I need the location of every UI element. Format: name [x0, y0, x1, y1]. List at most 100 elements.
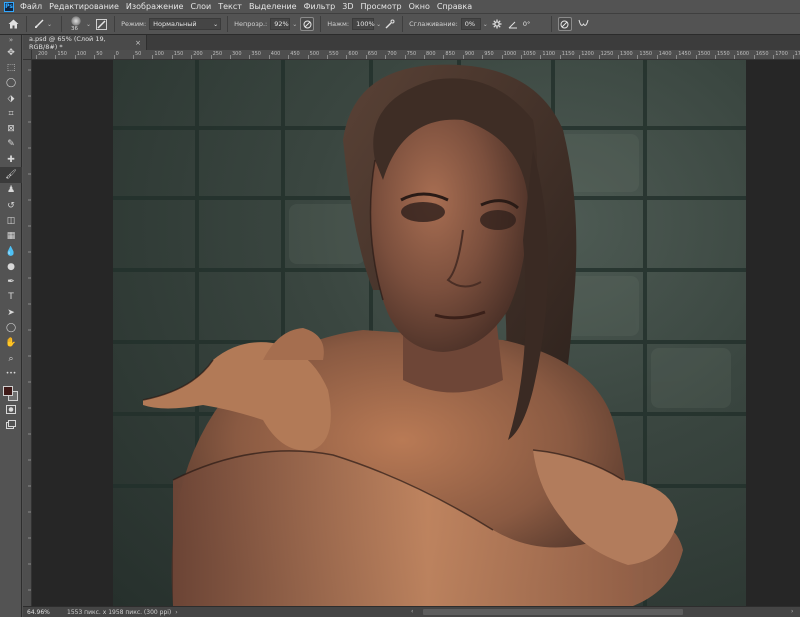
ruler-tick-label: 1600	[736, 51, 750, 57]
ruler-tick-label: 1000	[503, 51, 517, 57]
brush-size-picker[interactable]: 36	[68, 14, 84, 34]
ruler-tick-label: 1700	[775, 51, 788, 57]
lasso-icon: ◯	[5, 78, 17, 89]
ruler-tick	[307, 55, 309, 59]
document-info[interactable]: 1553 пикс. x 1958 пикс. (300 ppi)	[59, 609, 171, 616]
flow-field[interactable]: 100%	[352, 18, 375, 30]
pressure-opacity-button[interactable]	[300, 17, 315, 31]
stamp-tool[interactable]: ♟	[0, 183, 22, 198]
marquee-tool[interactable]: ⬚	[0, 60, 22, 75]
collapse-panel-icon[interactable]: »	[0, 35, 22, 45]
ruler-tick-label: 100	[154, 51, 164, 57]
flow-chevron-icon[interactable]: ⌄	[376, 21, 381, 28]
frame-tool[interactable]: ⊠	[0, 121, 22, 136]
menu-type[interactable]: Текст	[218, 2, 242, 11]
opacity-field[interactable]: 92%	[270, 18, 291, 30]
menu-3d[interactable]: 3D	[342, 2, 353, 11]
mode-select[interactable]: Нормальный ⌄	[149, 18, 222, 30]
ruler-tick	[424, 55, 425, 59]
brush-size-value: 36	[71, 26, 79, 32]
menu-file[interactable]: Файл	[20, 2, 42, 11]
scroll-left-icon[interactable]: ‹	[411, 608, 413, 615]
ruler-tick	[753, 55, 755, 59]
document-tab[interactable]: a.psd @ 65% (Слой 19, RGB/8#) * ×	[23, 35, 147, 51]
ruler-tick-label: 1500	[697, 51, 711, 57]
ruler-tick	[462, 55, 464, 59]
object-select-tool[interactable]: ⬗	[0, 91, 22, 106]
pressure-size-button[interactable]	[557, 17, 572, 31]
color-swatches	[0, 382, 22, 402]
ruler-tick-label: 600	[348, 51, 358, 57]
ruler-tick-label: 550	[329, 51, 339, 57]
canvas-workspace[interactable]	[32, 60, 800, 606]
crop-icon: ⌗	[8, 108, 14, 119]
lasso-tool[interactable]: ◯	[0, 76, 22, 91]
brush-tool[interactable]: 🖌	[0, 167, 22, 183]
brush-preset-icon[interactable]	[33, 19, 45, 29]
ruler-tick	[501, 55, 503, 59]
smoothing-chevron-icon[interactable]: ⌄	[483, 21, 488, 28]
healing-tool[interactable]: ✚	[0, 152, 22, 167]
zoom-level[interactable]: 64.96%	[23, 609, 59, 616]
menu-layers[interactable]: Слои	[190, 2, 211, 11]
menu-help[interactable]: Справка	[437, 2, 472, 11]
home-icon[interactable]	[6, 19, 20, 29]
photoshop-logo[interactable]: Ps	[4, 1, 14, 12]
pen-tool[interactable]: ✒	[0, 274, 22, 289]
angle-field[interactable]: 0°	[519, 18, 545, 30]
screen-mode-icon[interactable]	[0, 417, 22, 432]
ruler-tick-label: 1550	[717, 51, 730, 57]
menu-window[interactable]: Окно	[409, 2, 430, 11]
horizontal-scrollbar[interactable]	[423, 609, 683, 615]
hand-tool[interactable]: ✋	[0, 336, 22, 351]
ruler-tick	[695, 55, 697, 59]
zoom-tool[interactable]: ⌕	[0, 351, 22, 366]
history-brush-tool[interactable]: ↺	[0, 198, 22, 213]
smoothing-field[interactable]: 0%	[460, 18, 481, 30]
eraser-tool[interactable]: ◫	[0, 213, 22, 228]
blur-tool[interactable]: 💧	[0, 244, 22, 259]
ruler-tick	[152, 55, 154, 59]
opacity-chevron-icon[interactable]: ⌄	[292, 21, 297, 28]
crop-tool[interactable]: ⌗	[0, 106, 22, 121]
brush-settings-icon[interactable]	[94, 18, 108, 30]
smoothing-label: Сглаживание:	[409, 20, 458, 28]
ruler-tick-label: 850	[445, 51, 455, 57]
marquee-icon: ⬚	[6, 62, 16, 73]
type-tool[interactable]: T	[0, 290, 22, 305]
symmetry-icon[interactable]	[576, 19, 592, 29]
quick-mask-icon[interactable]	[0, 402, 22, 417]
menu-image[interactable]: Изображение	[126, 2, 184, 11]
menu-edit[interactable]: Редактирование	[49, 2, 119, 11]
gear-icon[interactable]	[491, 19, 503, 29]
close-icon[interactable]: ×	[135, 39, 141, 47]
ruler-tick-label: 950	[484, 51, 494, 57]
path-select-tool[interactable]: ➤	[0, 305, 22, 320]
airbrush-icon[interactable]	[384, 19, 396, 29]
gradient-tool[interactable]: ▦	[0, 229, 22, 244]
ruler-origin[interactable]	[23, 50, 32, 60]
brush-size-chevron-icon[interactable]: ⌄	[86, 21, 91, 28]
scroll-right-icon[interactable]: ›	[791, 608, 793, 615]
artwork-canvas[interactable]	[113, 60, 746, 606]
more-tools[interactable]: •••	[0, 366, 22, 381]
menu-filter[interactable]: Фильтр	[304, 2, 336, 11]
ruler-tick-label: 1100	[542, 51, 556, 57]
ruler-tick	[618, 55, 619, 59]
status-chevron-icon[interactable]: ›	[175, 609, 177, 616]
ruler-tick-label: 400	[270, 51, 281, 57]
brush-preset-chevron-icon[interactable]: ⌄	[47, 21, 52, 28]
menu-select[interactable]: Выделение	[249, 2, 297, 11]
angle-icon	[507, 20, 519, 29]
foreground-color-swatch[interactable]	[3, 385, 13, 396]
ruler-tick	[385, 55, 387, 59]
eyedropper-tool[interactable]: ✎	[0, 137, 22, 152]
move-tool[interactable]: ✥	[0, 45, 22, 60]
shape-tool[interactable]: ◯	[0, 320, 22, 335]
ruler-tick-label: 650	[367, 51, 378, 57]
vertical-ruler	[23, 60, 32, 606]
move-icon: ✥	[7, 47, 15, 58]
menu-view[interactable]: Просмотр	[361, 2, 402, 11]
ruler-tick	[191, 55, 193, 59]
dodge-tool[interactable]: ●	[0, 259, 22, 274]
